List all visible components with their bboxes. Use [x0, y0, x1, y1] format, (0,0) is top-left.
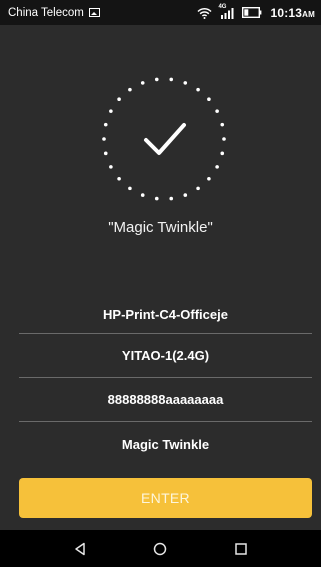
ring-dot: [207, 97, 211, 102]
ring-dot: [140, 193, 145, 197]
time-suffix: AM: [302, 9, 315, 19]
success-check-ring: [102, 77, 226, 201]
screen: China Telecom 4G 10:13AM "Magic Twinkle"…: [0, 0, 321, 567]
ring-dot: [102, 137, 106, 141]
ring-dot: [154, 77, 159, 82]
network-type-label: 4G: [218, 3, 227, 10]
enter-button[interactable]: ENTER: [19, 478, 312, 518]
ring-dot: [103, 151, 108, 156]
ring-dot: [215, 165, 219, 169]
ring-dot: [183, 193, 188, 197]
battery-icon: [242, 7, 262, 18]
ring-dot: [220, 122, 225, 127]
ring-dot: [169, 196, 174, 201]
ring-dot: [154, 196, 159, 201]
connected-ssid-title: "Magic Twinkle": [108, 219, 213, 236]
ring-dot: [128, 186, 132, 191]
signal-icon: 4G: [218, 3, 234, 19]
ring-dot: [140, 81, 145, 85]
ring-dot: [215, 109, 219, 113]
checkmark-icon: [144, 123, 186, 155]
network-item[interactable]: 88888888aaaaaaaa: [19, 378, 312, 422]
status-left: China Telecom: [8, 7, 197, 19]
dotted-ring: [102, 77, 226, 201]
ring-dot: [196, 87, 200, 92]
ring-dot: [109, 109, 113, 113]
status-time: 10:13AM: [270, 6, 315, 20]
ring-dot: [207, 176, 211, 181]
ring-dot: [169, 77, 174, 82]
ring-dot: [128, 87, 132, 92]
network-item[interactable]: YITAO-1(2.4G): [19, 334, 312, 378]
gallery-icon: [88, 8, 100, 17]
ring-dot: [196, 186, 200, 191]
time-value: 10:13: [270, 5, 303, 20]
status-right: 4G 10:13AM: [197, 3, 315, 20]
navigation-bar: [0, 530, 321, 567]
recents-icon[interactable]: [226, 534, 256, 564]
ring-dot: [109, 165, 113, 169]
network-item[interactable]: HP-Print-C4-Officeje: [19, 295, 312, 334]
wifi-icon: [197, 7, 212, 19]
ring-dot: [117, 97, 121, 102]
home-icon[interactable]: [145, 534, 175, 564]
back-icon[interactable]: [65, 534, 95, 564]
ring-dot: [103, 122, 108, 127]
carrier-name: China Telecom: [8, 6, 84, 19]
ring-dot: [220, 151, 225, 156]
ring-dot: [222, 137, 226, 141]
status-bar: China Telecom 4G 10:13AM: [0, 0, 321, 25]
network-list: HP-Print-C4-Officeje YITAO-1(2.4G) 88888…: [19, 295, 312, 466]
ring-dot: [117, 176, 121, 181]
ring-dot: [183, 81, 188, 85]
network-item[interactable]: Magic Twinkle: [19, 422, 312, 466]
